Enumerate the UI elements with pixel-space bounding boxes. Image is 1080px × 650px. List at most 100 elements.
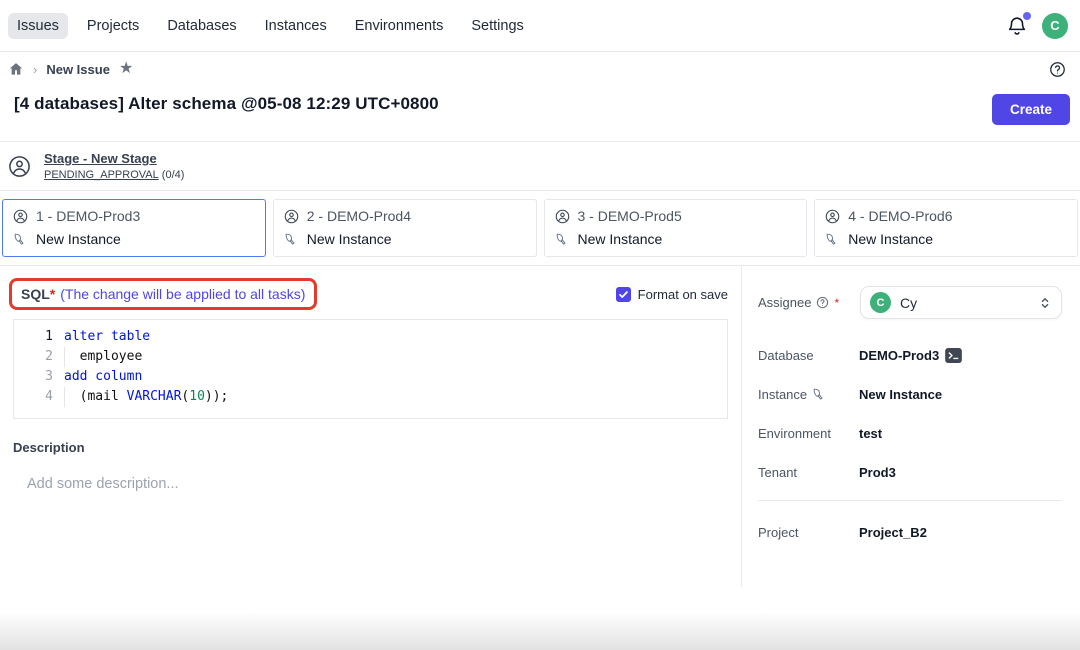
chevron-right-icon: › bbox=[33, 62, 37, 77]
engine-icon bbox=[13, 232, 28, 247]
annotation-highlight: SQL* (The change will be applied to all … bbox=[9, 278, 317, 310]
field-row-database: DatabaseDEMO-Prod3 bbox=[758, 348, 1062, 363]
indent-guide bbox=[64, 347, 65, 367]
user-circle-icon bbox=[555, 209, 570, 224]
stage-status-label: PENDING_APPROVAL bbox=[44, 169, 159, 181]
code-line: 3add column bbox=[14, 367, 727, 387]
sql-console-icon[interactable] bbox=[945, 348, 962, 363]
task-card[interactable]: 4 - DEMO-Prod6 New Instance bbox=[814, 199, 1078, 257]
line-number: 1 bbox=[14, 327, 64, 347]
format-on-save-toggle[interactable]: Format on save bbox=[616, 287, 728, 302]
task-card-instance: New Instance bbox=[578, 231, 663, 247]
task-card-instance: New Instance bbox=[36, 231, 121, 247]
required-asterisk: * bbox=[834, 296, 839, 310]
bottom-fade bbox=[0, 612, 1080, 650]
field-label: Database bbox=[758, 348, 859, 363]
line-number: 2 bbox=[14, 347, 64, 367]
nav-right: C bbox=[1006, 13, 1068, 39]
task-card-label: 1 - DEMO-Prod3 bbox=[36, 208, 140, 224]
task-card[interactable]: 3 - DEMO-Prod5 New Instance bbox=[544, 199, 808, 257]
stage-status-count: (0/4) bbox=[162, 169, 185, 181]
project-row: Project Project_B2 bbox=[758, 525, 1062, 540]
field-label: Environment bbox=[758, 426, 859, 441]
task-card-instance: New Instance bbox=[848, 231, 933, 247]
user-circle-icon bbox=[8, 155, 31, 178]
indent-guide bbox=[64, 387, 65, 407]
checkbox-checked-icon[interactable] bbox=[616, 287, 631, 302]
project-label: Project bbox=[758, 525, 859, 540]
code-line: 2 employee bbox=[14, 347, 727, 367]
nav-item-environments[interactable]: Environments bbox=[346, 13, 453, 39]
issue-sidebar: Assignee * C Cy bbox=[742, 266, 1080, 587]
engine-icon bbox=[825, 232, 840, 247]
task-tabs: 1 - DEMO-Prod3New Instance2 - DEMO-Prod4… bbox=[0, 191, 1080, 266]
engine-icon bbox=[555, 232, 570, 247]
sql-editor[interactable]: 1alter table2 employee3add column4 (mail… bbox=[13, 319, 728, 419]
code-line: 1alter table bbox=[14, 327, 727, 347]
notifications-button[interactable] bbox=[1006, 14, 1028, 38]
field-label: Instance bbox=[758, 387, 859, 402]
breadcrumb-page: New Issue bbox=[46, 62, 110, 77]
description-input[interactable]: Add some description... bbox=[27, 476, 728, 492]
sql-label: SQL* bbox=[21, 286, 55, 302]
stage-section: Stage - New Stage PENDING_APPROVAL (0/4) bbox=[0, 142, 1080, 190]
project-value[interactable]: Project_B2 bbox=[859, 525, 927, 540]
task-card-label: 3 - DEMO-Prod5 bbox=[578, 208, 682, 224]
user-circle-icon bbox=[825, 209, 840, 224]
user-circle-icon bbox=[13, 209, 28, 224]
issue-fields: DatabaseDEMO-Prod3 InstanceNew Instance En… bbox=[758, 348, 1062, 480]
field-value[interactable]: test bbox=[859, 426, 882, 441]
stage-texts: Stage - New Stage PENDING_APPROVAL (0/4) bbox=[44, 151, 184, 181]
field-value[interactable]: New Instance bbox=[859, 387, 942, 402]
content: SQL* (The change will be applied to all … bbox=[0, 266, 1080, 587]
assignee-row: Assignee * C Cy bbox=[758, 286, 1062, 319]
field-row-environment: Environmenttest bbox=[758, 426, 1062, 441]
field-label: Tenant bbox=[758, 465, 859, 480]
assignee-select[interactable]: C Cy bbox=[860, 286, 1062, 319]
description-label: Description bbox=[13, 440, 728, 455]
stage-status: PENDING_APPROVAL (0/4) bbox=[44, 169, 184, 181]
task-card[interactable]: 2 - DEMO-Prod4 New Instance bbox=[273, 199, 537, 257]
engine-icon bbox=[284, 232, 299, 247]
top-nav: Issues Projects Databases Instances Environm… bbox=[0, 0, 1080, 52]
user-circle-icon bbox=[284, 209, 299, 224]
nav-item-instances[interactable]: Instances bbox=[256, 13, 336, 39]
task-card-label: 2 - DEMO-Prod4 bbox=[307, 208, 411, 224]
notification-badge bbox=[1023, 12, 1031, 20]
create-button[interactable]: Create bbox=[992, 94, 1070, 125]
help-icon[interactable] bbox=[1049, 61, 1066, 78]
title-row: [4 databases] Alter schema @05-08 12:29 … bbox=[0, 86, 1080, 125]
field-value[interactable]: Prod3 bbox=[859, 465, 896, 480]
breadcrumb: › New Issue ★ bbox=[8, 61, 133, 77]
main-panel: SQL* (The change will be applied to all … bbox=[0, 266, 742, 587]
nav-item-settings[interactable]: Settings bbox=[462, 13, 532, 39]
assignee-value: Cy bbox=[900, 295, 1029, 311]
home-icon[interactable] bbox=[8, 61, 24, 77]
engine-icon bbox=[812, 387, 827, 402]
required-asterisk: * bbox=[50, 286, 55, 302]
breadcrumb-row: › New Issue ★ bbox=[0, 52, 1080, 86]
chevron-up-down-icon bbox=[1038, 296, 1052, 310]
sql-note: (The change will be applied to all tasks… bbox=[60, 286, 305, 302]
star-icon[interactable]: ★ bbox=[119, 61, 133, 77]
page-title: [4 databases] Alter schema @05-08 12:29 … bbox=[14, 94, 439, 114]
assignee-avatar: C bbox=[870, 292, 891, 313]
nav-item-projects[interactable]: Projects bbox=[78, 13, 148, 39]
task-card[interactable]: 1 - DEMO-Prod3 New Instance bbox=[2, 199, 266, 257]
code-line: 4 (mail VARCHAR(10)); bbox=[14, 387, 727, 407]
stage-name-link[interactable]: Stage - New Stage bbox=[44, 151, 184, 166]
line-number: 4 bbox=[14, 387, 64, 407]
help-circle-icon[interactable] bbox=[816, 296, 829, 309]
nav-item-issues[interactable]: Issues bbox=[8, 13, 68, 39]
nav-item-databases[interactable]: Databases bbox=[158, 13, 245, 39]
nav-items: Issues Projects Databases Instances Environm… bbox=[8, 13, 533, 39]
field-row-tenant: TenantProd3 bbox=[758, 465, 1062, 480]
task-card-instance: New Instance bbox=[307, 231, 392, 247]
line-number: 3 bbox=[14, 367, 64, 387]
format-on-save-label: Format on save bbox=[638, 287, 728, 302]
field-value[interactable]: DEMO-Prod3 bbox=[859, 348, 962, 363]
task-card-label: 4 - DEMO-Prod6 bbox=[848, 208, 952, 224]
sql-header-row: SQL* (The change will be applied to all … bbox=[13, 278, 728, 310]
field-row-instance: InstanceNew Instance bbox=[758, 387, 1062, 402]
avatar[interactable]: C bbox=[1042, 13, 1068, 39]
